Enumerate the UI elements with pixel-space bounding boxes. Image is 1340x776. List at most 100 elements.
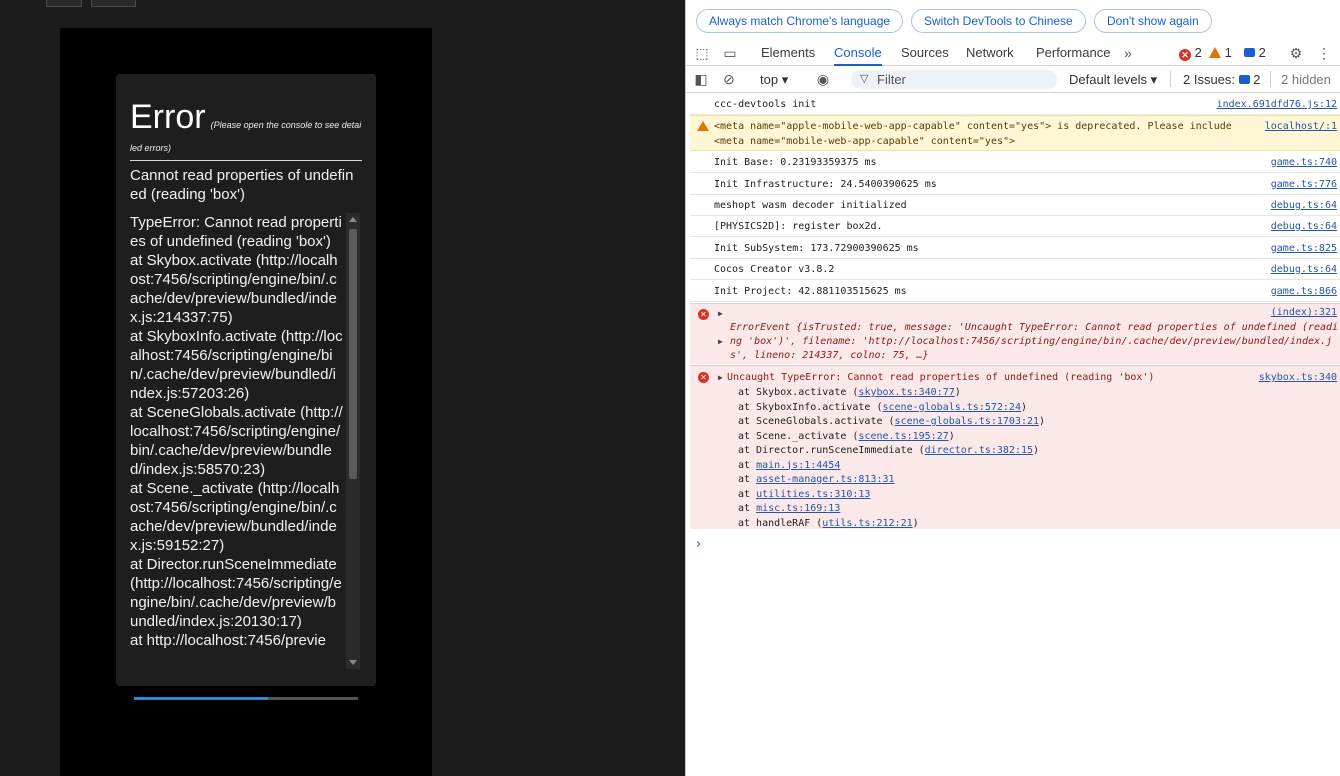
stack-frame-link[interactable]: asset-manager.ts:813:31 (756, 474, 894, 485)
error-count[interactable]: ✕ 2 (1179, 45, 1202, 61)
stack-frame: at Scene._activate (scene.ts:195:27) (738, 431, 955, 442)
clear-console-icon[interactable]: ⊘ (720, 70, 738, 88)
match-language-button[interactable]: Always match Chrome's language (696, 9, 904, 33)
uncaught-error-source-link[interactable]: skybox.ts:340 (1259, 372, 1337, 383)
console-log-row: ccc-devtools init index.691dfd76.js:12 (690, 94, 1340, 115)
stack-frame-function: at (738, 503, 757, 514)
expand-caret-icon[interactable]: ▶ (718, 309, 723, 318)
stack-frame-function: at (738, 459, 757, 471)
issues-icon (1238, 75, 1250, 84)
log-source-link[interactable]: debug.ts:64 (1271, 264, 1337, 275)
console-error-event-row[interactable]: ✕ ▶ (index):321 ErrorEvent {isTrusted: t… (690, 303, 1340, 364)
stack-line: at http://localhost:7456/previe (130, 632, 326, 649)
stack-frame-link[interactable]: director.ts:382:15 (925, 445, 1033, 456)
settings-gear-icon[interactable]: ⚙ (1287, 44, 1305, 62)
message-count-value: 2 (1258, 45, 1266, 60)
stack-frame-end: ) (954, 387, 961, 398)
log-source-link[interactable]: index.691dfd76.js:12 (1217, 99, 1337, 110)
console-log-row: Init SubSystem: 173.72900390625 ms game.… (690, 238, 1340, 259)
log-text: Init Base: 0.23193359375 ms (714, 157, 877, 168)
stack-frame-end: ) (912, 517, 919, 529)
filter-input[interactable] (877, 71, 1047, 88)
devtools-panel: Always match Chrome's language Switch De… (685, 0, 1340, 776)
context-selector[interactable]: top ▾ (760, 71, 788, 88)
console-toolbar: ◧ ⊘ top ▾ ◉ ▽ Default levels ▾ 2 Issues:… (686, 66, 1340, 93)
log-text: Init Project: 42.881103515625 ms (714, 286, 907, 297)
stack-frame-link[interactable]: scene.ts:195:27 (858, 431, 948, 442)
uncaught-error-text: Uncaught TypeError: Cannot read properti… (727, 372, 1155, 383)
filter-icon: ▽ (860, 73, 869, 85)
stack-frame: at misc.ts:169:13 (738, 503, 840, 514)
console-output[interactable]: ccc-devtools init index.691dfd76.js:12 <… (686, 94, 1340, 776)
stack-frame: at Skybox.activate (skybox.ts:340:77) (738, 387, 961, 398)
warning-count-value: 1 (1224, 45, 1232, 60)
tab-network[interactable]: Network (966, 40, 1014, 66)
scroll-down-icon[interactable] (349, 660, 357, 665)
error-header: Error (Please open the console to see de… (130, 98, 362, 161)
live-expression-eye-icon[interactable]: ◉ (814, 70, 832, 88)
log-levels-dropdown[interactable]: Default levels ▾ (1069, 71, 1157, 88)
stack-frame-end: ) (948, 430, 955, 442)
more-tabs-icon[interactable]: » (1119, 44, 1137, 62)
stack-frame-link[interactable]: misc.ts:169:13 (756, 503, 840, 514)
stack-frame-link[interactable]: main.js:1:4454 (756, 460, 840, 471)
language-infobar: Always match Chrome's language Switch De… (686, 0, 1340, 40)
scroll-up-icon[interactable] (349, 217, 357, 222)
stack-frame-link[interactable]: utilities.ts:310:13 (756, 489, 870, 500)
log-source-link[interactable]: debug.ts:64 (1271, 200, 1337, 211)
error-event-source-link[interactable]: (index):321 (1271, 307, 1337, 318)
warning-text-line1: <meta name="apple-mobile-web-app-capable… (714, 121, 1232, 132)
log-source-link[interactable]: game.ts:825 (1271, 243, 1337, 254)
console-uncaught-error-row[interactable]: ✕ ▶ Uncaught TypeError: Cannot read prop… (690, 365, 1340, 529)
log-levels-value: Default levels (1069, 72, 1148, 87)
tab-console[interactable]: Console (834, 40, 882, 66)
error-stack[interactable]: TypeError: Cannot read properties of und… (130, 213, 344, 669)
dont-show-again-button[interactable]: Don't show again (1094, 9, 1212, 33)
error-event-line3: s', lineno: 214337, colno: 75, …} (730, 350, 929, 361)
loading-progress-bar (134, 697, 358, 700)
more-options-icon[interactable]: ⋮ (1315, 44, 1333, 62)
log-source-link[interactable]: game.ts:776 (1271, 179, 1337, 190)
expand-caret-icon[interactable]: ▶ (718, 373, 723, 382)
log-source-link[interactable]: debug.ts:64 (1271, 221, 1337, 232)
stack-frame: at Director.runSceneImmediate (director.… (738, 445, 1039, 456)
expand-caret-icon[interactable]: ▶ (718, 337, 723, 346)
log-text: Init SubSystem: 173.72900390625 ms (714, 243, 919, 254)
log-source-link[interactable]: game.ts:866 (1271, 286, 1337, 297)
filter-box[interactable]: ▽ (851, 70, 1057, 89)
tab-performance[interactable]: Performance (1036, 40, 1110, 66)
error-panel: Error (Please open the console to see de… (116, 74, 376, 686)
stack-frame-function: at Scene._activate ( (738, 430, 859, 442)
warning-icon (697, 121, 709, 131)
stack-frame-end: ) (1033, 445, 1040, 456)
console-log-row: meshopt wasm decoder initialized debug.t… (690, 195, 1340, 216)
stack-frame-function: at Director.runSceneImmediate ( (738, 445, 925, 456)
warning-text-line2: <meta name="mobile-web-app-capable" cont… (714, 136, 1016, 147)
stack-line: at Scene._activate (http://localhost:745… (130, 480, 340, 554)
console-prompt-icon[interactable]: › (696, 537, 701, 552)
inspect-element-icon[interactable]: ⬚ (693, 44, 711, 62)
scroll-thumb[interactable] (349, 229, 357, 479)
progress-fill (134, 697, 269, 700)
stack-frame-link[interactable]: scene-globals.ts:572:24 (883, 402, 1021, 413)
device-toolbar-icon[interactable]: ▭ (721, 44, 739, 62)
tab-elements[interactable]: Elements (761, 40, 815, 66)
stack-frame-link[interactable]: skybox.ts:340:77 (858, 387, 954, 398)
warning-icon (1209, 47, 1221, 58)
warning-source-link[interactable]: localhost/:1 (1265, 121, 1337, 132)
stack-frame-link[interactable]: utils.ts:212:21 (822, 518, 912, 529)
switch-chinese-button[interactable]: Switch DevTools to Chinese (911, 9, 1086, 33)
issues-button[interactable]: 2 Issues: 2 (1183, 71, 1261, 88)
warning-count[interactable]: 1 (1209, 45, 1232, 61)
tab-sources[interactable]: Sources (901, 40, 949, 66)
error-scrollbar[interactable] (346, 213, 360, 669)
log-text: ccc-devtools init (714, 99, 817, 110)
stack-frame: at asset-manager.ts:813:31 (738, 474, 895, 485)
log-source-link[interactable]: game.ts:740 (1271, 157, 1337, 168)
console-log-row: Init Project: 42.881103515625 ms game.ts… (690, 281, 1340, 302)
preview-toolbar-button[interactable] (91, 0, 136, 7)
preview-toolbar-button[interactable] (46, 0, 82, 7)
sidebar-toggle-icon[interactable]: ◧ (692, 70, 710, 88)
stack-frame-link[interactable]: scene-globals.ts:1703:21 (895, 416, 1040, 427)
message-count[interactable]: 2 (1244, 45, 1266, 61)
